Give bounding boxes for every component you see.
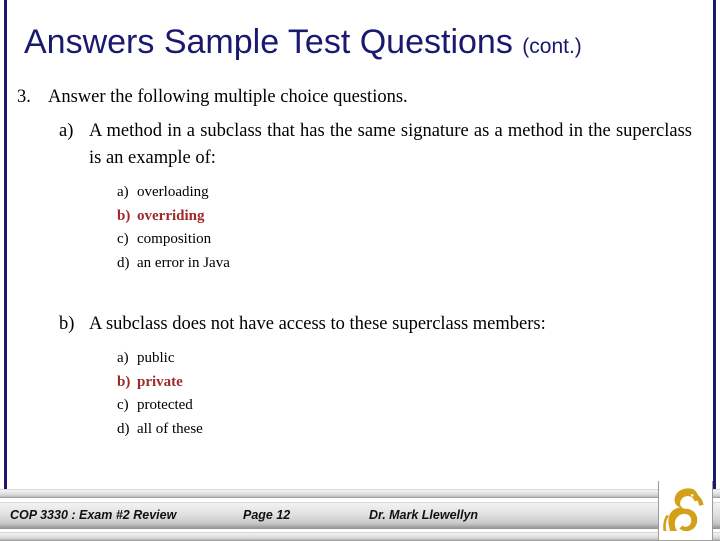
list-item: d) all of these [0, 418, 720, 442]
pegasus-icon [662, 488, 703, 532]
list-marker: 3. [17, 87, 31, 107]
choice-label: all of these [137, 420, 203, 437]
choice-label: protected [137, 397, 193, 413]
choice-marker: b) [117, 373, 131, 390]
choice-list-a: a) overloading b) overriding c) composit… [0, 181, 720, 275]
page-title: Answers Sample Test Questions (cont.) [24, 22, 704, 67]
choice-marker: c) [117, 231, 129, 247]
list-item: c) protected [0, 394, 720, 418]
list-item: d) an error in Java [0, 252, 720, 276]
list-marker: a) [59, 121, 74, 141]
footer-course: COP 3330 : Exam #2 Review [10, 508, 177, 522]
footer-bar-top [0, 489, 720, 498]
choice-marker: d) [117, 254, 130, 271]
choice-label: composition [137, 231, 212, 247]
list-item: a) public [0, 347, 720, 371]
choice-list-b: a) public b) private c) protected d) all… [0, 347, 720, 441]
slide-footer: COP 3330 : Exam #2 Review Page 12 Dr. Ma… [0, 489, 720, 541]
choice-marker: c) [117, 397, 129, 413]
list-item-question-a: a) A method in a subclass that has the s… [0, 118, 720, 172]
choice-marker: a) [117, 184, 129, 200]
page-title-main: Answers Sample Test Questions [24, 23, 513, 61]
ucf-pegasus-logo [658, 481, 713, 540]
choice-marker: b) [117, 207, 131, 224]
choice-label: overriding [137, 207, 205, 224]
footer-author: Dr. Mark Llewellyn [369, 508, 479, 522]
choice-marker: a) [117, 350, 129, 366]
list-item: b) overriding [0, 205, 720, 229]
list-item-label: A subclass does not have access to these… [89, 314, 546, 334]
list-item-question-b: b) A subclass does not have access to th… [0, 311, 720, 338]
list-item: a) overloading [0, 181, 720, 205]
choice-label: overloading [137, 184, 209, 200]
choice-label: public [137, 350, 175, 366]
list-marker: b) [59, 314, 75, 334]
list-item: b) private [0, 371, 720, 395]
footer-page-number: Page 12 [243, 508, 291, 522]
list-item-label: Answer the following multiple choice que… [48, 87, 408, 107]
page-title-continuation: (cont.) [522, 35, 582, 58]
choice-marker: d) [117, 420, 130, 437]
list-item-label: A method in a subclass that has the same… [89, 121, 692, 168]
list-item-question-3: 3. Answer the following multiple choice … [0, 84, 720, 110]
choice-label: private [137, 373, 183, 390]
slide: Answers Sample Test Questions (cont.) 3.… [0, 0, 720, 541]
slide-body: 3. Answer the following multiple choice … [0, 84, 720, 441]
choice-label: an error in Java [137, 254, 230, 271]
list-item: c) composition [0, 228, 720, 252]
